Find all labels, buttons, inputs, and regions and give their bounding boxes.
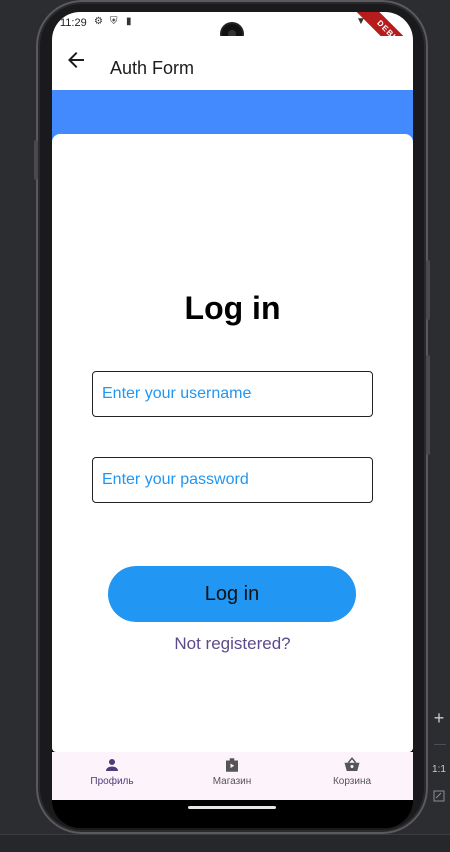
sd-card-status-icon: ▮ — [126, 16, 132, 27]
system-navigation-area — [52, 800, 413, 828]
password-placeholder: Enter your password — [102, 471, 249, 488]
password-input[interactable]: Enter your password — [92, 457, 373, 503]
zoom-in-icon[interactable]: + — [428, 708, 450, 729]
emulator-bottom-strip — [0, 834, 450, 852]
phone-side-button — [34, 140, 38, 180]
status-time: 11:29 — [60, 17, 87, 29]
basket-icon — [344, 757, 360, 771]
login-card: Log in Enter your username Enter your pa… — [52, 134, 413, 752]
shop-icon — [226, 758, 238, 772]
nav-label-cart: Корзина — [332, 776, 372, 787]
settings-status-icon: ⚙ — [94, 16, 103, 27]
username-placeholder: Enter your username — [102, 385, 252, 402]
phone-power-button — [426, 355, 430, 455]
nav-item-shop[interactable]: Магазин — [172, 756, 292, 787]
nav-label-shop: Магазин — [212, 776, 252, 787]
arrow-back-icon[interactable] — [64, 48, 88, 72]
device-screen: 11:29 ⚙ ⛨ ▮ ▼ ◢ DEBUG Auth Form Log in E… — [52, 12, 413, 828]
register-link[interactable]: Not registered? — [52, 634, 413, 654]
toolbar-divider — [434, 744, 446, 745]
bottom-navigation: Профиль Магазин Корзина — [52, 752, 413, 800]
person-icon — [106, 759, 118, 771]
username-input[interactable]: Enter your username — [92, 371, 373, 417]
shield-status-icon: ⛨ — [110, 16, 118, 27]
nav-item-profile[interactable]: Профиль — [52, 756, 172, 787]
login-button[interactable]: Log in — [108, 566, 356, 622]
status-bar: 11:29 ⚙ ⛨ ▮ ▼ ◢ DEBUG — [52, 12, 413, 72]
zoom-ratio-button[interactable]: 1:1 — [428, 764, 450, 775]
home-indicator[interactable] — [188, 806, 276, 809]
app-bar-title: Auth Form — [110, 58, 195, 78]
nav-label-profile: Профиль — [90, 776, 134, 787]
nav-item-cart[interactable]: Корзина — [292, 756, 412, 787]
fit-screen-icon[interactable] — [428, 790, 450, 805]
login-heading: Log in — [184, 290, 281, 326]
emulator-side-toolbar: + 1:1 — [428, 700, 450, 820]
phone-volume-button — [426, 260, 430, 320]
app-bar: Auth Form — [52, 36, 413, 90]
